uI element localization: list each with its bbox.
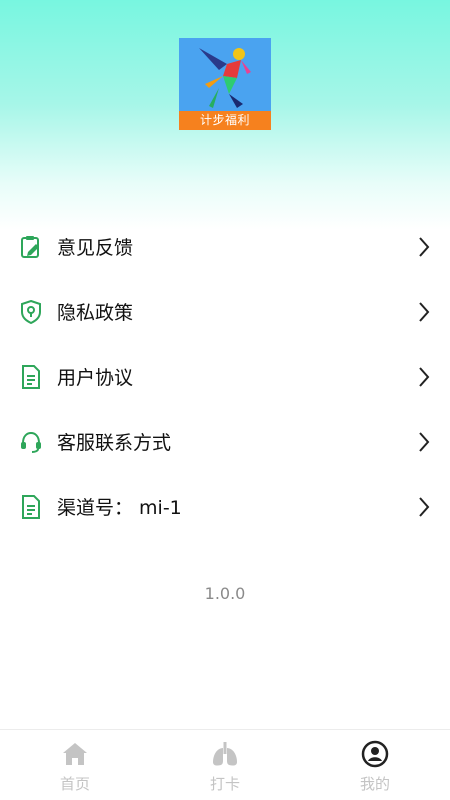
app-version: 1.0.0 (204, 584, 246, 603)
menu-item-feedback[interactable]: 意见反馈 (0, 214, 450, 279)
tab-mine[interactable]: 我的 (300, 730, 450, 800)
lungs-icon (213, 742, 237, 766)
chevron-right-icon (419, 301, 430, 322)
tab-label: 首页 (59, 775, 90, 793)
document-icon (22, 364, 40, 389)
logo-caption: 计步福利 (179, 111, 271, 130)
chevron-right-icon (419, 496, 430, 517)
tab-checkin[interactable]: 打卡 (150, 730, 300, 800)
tab-home[interactable]: 首页 (0, 730, 150, 800)
document-icon (22, 494, 40, 519)
menu-item-label: 渠道号： mi-1 (57, 497, 182, 519)
chevron-right-icon (419, 236, 430, 257)
app-logo: 计步福利 (179, 38, 271, 130)
menu-item-channel[interactable]: 渠道号： mi-1 (0, 474, 450, 539)
bottom-tab-bar: 首页 打卡 我的 (0, 729, 450, 800)
tab-label: 打卡 (209, 775, 240, 793)
menu-item-label: 隐私政策 (57, 302, 134, 324)
feedback-clipboard-icon (21, 235, 39, 258)
menu-item-privacy-policy[interactable]: 隐私政策 (0, 279, 450, 344)
privacy-shield-icon (21, 299, 41, 324)
tab-label: 我的 (359, 775, 390, 793)
menu-item-label: 用户协议 (57, 367, 134, 389)
menu-item-label: 意见反馈 (57, 237, 134, 259)
headset-icon (21, 431, 41, 453)
user-circle-icon (361, 740, 389, 768)
profile-header: 计步福利 (0, 0, 450, 230)
chevron-right-icon (419, 431, 430, 452)
menu-item-customer-service[interactable]: 客服联系方式 (0, 409, 450, 474)
settings-menu: 意见反馈 隐私政策 用户协议 客服联系方式 渠道号： mi-1 (0, 214, 450, 539)
home-icon (63, 743, 87, 765)
chevron-right-icon (419, 366, 430, 387)
menu-item-label: 客服联系方式 (57, 432, 172, 454)
menu-item-user-agreement[interactable]: 用户协议 (0, 344, 450, 409)
